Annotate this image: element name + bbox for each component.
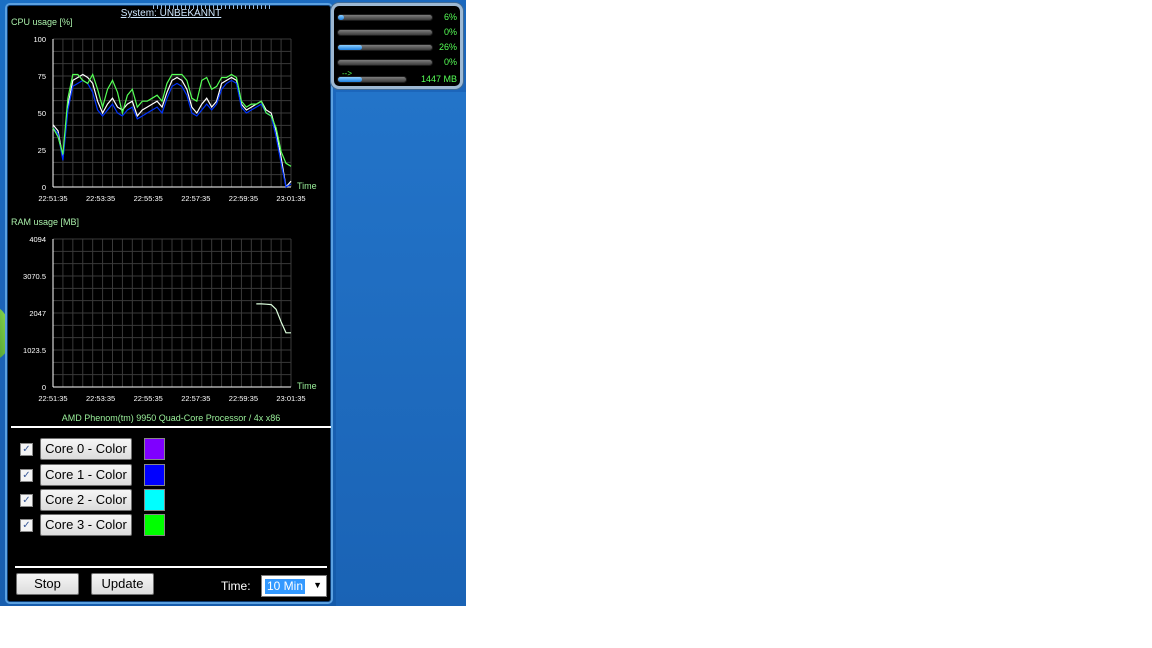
cpu-chart-x-tick-label: 22:59:35 bbox=[229, 194, 258, 203]
update-button[interactable]: Update bbox=[91, 573, 154, 595]
ram-chart-y-tick-label: 0 bbox=[42, 383, 46, 392]
cpu-chart-y-tick-label: 75 bbox=[38, 72, 46, 81]
cpu-chart-x-tick-label: 22:51:35 bbox=[38, 194, 67, 203]
mini-core-3-bar bbox=[337, 59, 433, 66]
core-0-color-swatch bbox=[144, 438, 165, 460]
mini-ram-fill bbox=[338, 77, 362, 82]
core-1-color-swatch bbox=[144, 464, 165, 486]
processor-name: AMD Phenom(tm) 9950 Quad-Core Processor … bbox=[61, 413, 281, 423]
core-row-3: ✓ Core 3 - Color bbox=[20, 514, 180, 536]
core-row-2: ✓ Core 2 - Color bbox=[20, 489, 180, 511]
mini-core-2-bar bbox=[337, 44, 433, 51]
mini-core-1-bar bbox=[337, 29, 433, 36]
core-0-color-button[interactable]: Core 0 - Color bbox=[40, 438, 132, 460]
core-2-color-swatch bbox=[144, 489, 165, 511]
ram-chart-x-tick-label: 22:59:35 bbox=[229, 394, 258, 403]
core-3-color-swatch bbox=[144, 514, 165, 536]
cpu-chart-time-label: Time bbox=[297, 181, 317, 191]
mini-core-0-row: 6% bbox=[337, 11, 459, 23]
cpu-chart-x-tick-label: 22:53:35 bbox=[86, 194, 115, 203]
ram-chart-x-tick-label: 22:57:35 bbox=[181, 394, 210, 403]
core-2-color-button[interactable]: Core 2 - Color bbox=[40, 489, 132, 511]
mini-ram-value: 1447 MB bbox=[420, 74, 457, 84]
mini-core-3-value: 0% bbox=[443, 57, 457, 67]
core-1-color-button[interactable]: Core 1 - Color bbox=[40, 464, 132, 486]
mini-core-2-row: 26% bbox=[337, 41, 459, 53]
mini-core-1-value: 0% bbox=[443, 27, 457, 37]
desktop-sidebar-area bbox=[336, 92, 466, 606]
mini-ram-row: 1447 MB bbox=[337, 73, 459, 85]
cpu-chart-x-tick-label: 23:01:35 bbox=[276, 194, 305, 203]
cpu-graph-title: CPU usage [%] bbox=[11, 17, 73, 27]
cpu-usage-chart: 100 75 50 25 0 22:51:35 22:53:35 22:55:35 22:57:… bbox=[33, 35, 317, 203]
dropdown-arrow-icon: ▼ bbox=[313, 580, 322, 590]
mini-core-1-row: 0% bbox=[337, 26, 459, 38]
mini-core-3-row: 0% bbox=[337, 56, 459, 68]
mini-core-2-value: 26% bbox=[438, 42, 457, 52]
ram-chart-x-tick-label: 22:53:35 bbox=[86, 394, 115, 403]
cpu-chart-x-tick-label: 22:55:35 bbox=[134, 194, 163, 203]
cpu-chart-y-tick-label: 25 bbox=[38, 146, 46, 155]
time-select[interactable]: 10 Min ▼ bbox=[261, 575, 327, 597]
ram-chart-x-tick-label: 22:55:35 bbox=[134, 394, 163, 403]
mini-core-0-value: 6% bbox=[443, 12, 457, 22]
ram-chart-y-tick-label: 4094 bbox=[29, 235, 46, 244]
ram-chart-x-tick-label: 23:01:35 bbox=[276, 394, 305, 403]
ram-chart-y-tick-label: 1023.5 bbox=[23, 346, 46, 355]
desktop-background: System: UNBEKANNT CPU usage [%] 100 75 50 2… bbox=[0, 0, 466, 606]
ram-graph-title: RAM usage [MB] bbox=[11, 217, 80, 227]
ram-chart-y-tick-label: 2047 bbox=[29, 309, 46, 318]
core-3-checkbox[interactable]: ✓ bbox=[20, 519, 33, 532]
cpu-chart-y-tick-label: 0 bbox=[42, 183, 46, 192]
divider bbox=[11, 426, 331, 428]
mini-cpu-gadget[interactable]: 6% 0% 26% 0% --> 1447 MB bbox=[331, 3, 463, 89]
monitor-window: System: UNBEKANNT CPU usage [%] 100 75 50 2… bbox=[5, 3, 333, 604]
time-select-value: 10 Min bbox=[265, 579, 306, 594]
stop-button[interactable]: Stop bbox=[16, 573, 79, 595]
core-2-checkbox[interactable]: ✓ bbox=[20, 494, 33, 507]
cpu-chart-x-tick-label: 22:57:35 bbox=[181, 194, 210, 203]
ram-chart-time-label: Time bbox=[297, 381, 317, 391]
divider bbox=[15, 566, 327, 568]
ram-usage-chart: 4094 3070.5 2047 1023.5 0 22:51:35 22:53:35 22:… bbox=[23, 235, 317, 403]
cpu-chart-y-tick-label: 100 bbox=[33, 35, 46, 44]
ram-chart-x-tick-label: 22:51:35 bbox=[38, 394, 67, 403]
core-row-1: ✓ Core 1 - Color bbox=[20, 464, 180, 486]
core-0-checkbox[interactable]: ✓ bbox=[20, 443, 33, 456]
mini-core-0-bar bbox=[337, 14, 433, 21]
core-1-checkbox[interactable]: ✓ bbox=[20, 469, 33, 482]
ram-chart-y-tick-label: 3070.5 bbox=[23, 272, 46, 281]
mini-ram-bar bbox=[337, 76, 407, 83]
core-3-color-button[interactable]: Core 3 - Color bbox=[40, 514, 132, 536]
cpu-chart-y-tick-label: 50 bbox=[38, 109, 46, 118]
time-label: Time: bbox=[221, 579, 251, 593]
mini-core-2-fill bbox=[338, 45, 363, 50]
mini-core-0-fill bbox=[338, 15, 344, 20]
core-row-0: ✓ Core 0 - Color bbox=[20, 438, 180, 460]
